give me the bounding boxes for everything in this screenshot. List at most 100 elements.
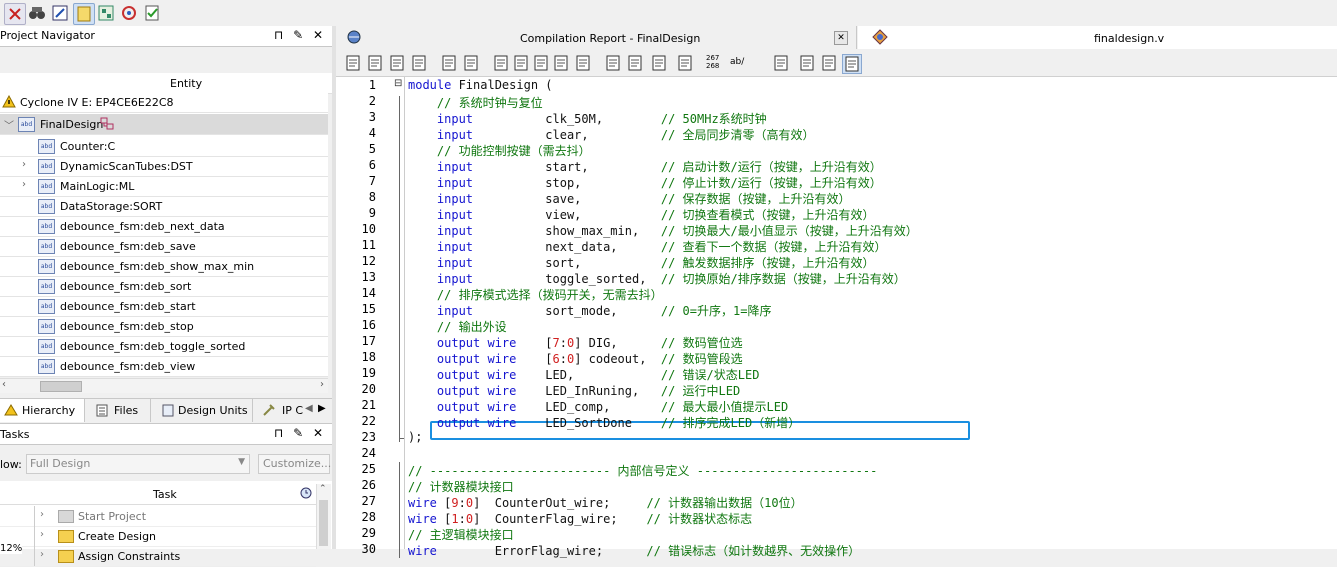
tasks-scroll-thumb[interactable] bbox=[319, 500, 328, 546]
hierarchy-item[interactable]: abd debounce_fsm:deb_start bbox=[0, 296, 328, 317]
hierarchy-item[interactable]: › abd MainLogic:ML bbox=[0, 176, 328, 197]
flow-select[interactable]: Full Design ▼ bbox=[26, 454, 250, 474]
code-line[interactable]: output wire LED, // 错误/状态LED bbox=[408, 366, 760, 383]
code-line[interactable]: // 排序模式选择（拨码开关，无需去抖） bbox=[408, 286, 663, 303]
code-line[interactable]: wire [1:0] CounterFlag_wire; // 计数器状态标志 bbox=[408, 510, 752, 527]
hierarchy-item[interactable]: abd debounce_fsm:deb_show_max_min bbox=[0, 256, 328, 277]
hierarchy-item[interactable]: › abd DynamicScanTubes:DST bbox=[0, 156, 328, 177]
code-line[interactable]: // 主逻辑模块接口 bbox=[408, 526, 514, 543]
scroll-right-icon[interactable]: › bbox=[320, 379, 324, 390]
find-replace-icon-2[interactable] bbox=[388, 54, 406, 72]
hierarchy-item[interactable]: abd DataStorage:SORT bbox=[0, 196, 328, 217]
pane-buttons[interactable]: ⊓ ✎ ✕ bbox=[274, 28, 326, 42]
top-entity-row[interactable]: ﹀ abd FinalDesign bbox=[0, 114, 328, 135]
code-line[interactable]: wire ErrorFlag_wire; // 错误标志（如计数越界、无效操作） bbox=[408, 542, 860, 559]
code-line[interactable]: input sort, // 触发数据排序（按键，上升沿有效） bbox=[408, 254, 875, 271]
task-row[interactable]: › Create Design bbox=[0, 526, 316, 547]
task-row[interactable]: › Assign Constraints bbox=[0, 546, 316, 567]
close-tab-icon[interactable]: ✕ bbox=[834, 31, 848, 45]
code-line[interactable]: // 输出外设 bbox=[408, 318, 507, 335]
task-row[interactable]: › Start Project bbox=[0, 506, 316, 527]
hierarchy-item[interactable]: abd debounce_fsm:deb_stop bbox=[0, 316, 328, 337]
chevron-down-icon[interactable]: ﹀ bbox=[4, 117, 14, 132]
tasks-pane-buttons[interactable]: ⊓ ✎ ✕ bbox=[274, 426, 326, 440]
tab-hierarchy[interactable]: Hierarchy bbox=[0, 399, 85, 422]
indent-icon[interactable] bbox=[440, 54, 458, 72]
scroll-icon[interactable] bbox=[626, 54, 644, 72]
netlist-icon[interactable] bbox=[96, 3, 116, 23]
code-view[interactable]: module FinalDesign ( // 系统时钟与复位 input cl… bbox=[406, 77, 1337, 558]
code-line[interactable]: input sort_mode, // 0=升序，1=降序 bbox=[408, 302, 772, 319]
code-line[interactable]: module FinalDesign ( bbox=[408, 78, 553, 92]
code-line[interactable]: input toggle_sorted, // 切换原始/排序数据（按键，上升沿… bbox=[408, 270, 906, 287]
arrow-right-icon[interactable] bbox=[772, 54, 790, 72]
files-icon[interactable] bbox=[73, 3, 95, 25]
tasks-vertical-scrollbar[interactable]: ⌃ bbox=[316, 484, 331, 549]
scroll-thumb[interactable] bbox=[40, 381, 82, 392]
code-line[interactable]: input start, // 启动计数/运行（按键，上升沿有效） bbox=[408, 158, 882, 175]
code-line[interactable]: output wire LED_InRuning, // 运行中LED bbox=[408, 382, 740, 399]
tree-horizontal-scrollbar[interactable]: ‹ › bbox=[0, 378, 328, 393]
unindent-icon[interactable] bbox=[462, 54, 480, 72]
chevron-right-icon[interactable]: › bbox=[40, 509, 44, 520]
tab-files[interactable]: Files bbox=[86, 399, 151, 422]
attach-icon[interactable] bbox=[604, 54, 622, 72]
tabs-scroll-left-icon[interactable]: ◀ bbox=[305, 403, 313, 414]
tabs-scroll-right-icon[interactable]: ▶ bbox=[318, 403, 326, 414]
code-line[interactable]: input clear, // 全局同步清零（高有效） bbox=[408, 126, 815, 143]
tab-ip-catalog[interactable]: IP C bbox=[254, 399, 308, 422]
code-line[interactable]: input next_data, // 查看下一个数据（按键，上升沿有效） bbox=[408, 238, 887, 255]
chevron-right-icon[interactable]: › bbox=[40, 529, 44, 540]
scroll-up-icon[interactable]: ⌃ bbox=[319, 484, 327, 494]
goto-icon[interactable] bbox=[410, 54, 428, 72]
code-line[interactable]: // 系统时钟与复位 bbox=[408, 94, 543, 111]
hierarchy-item[interactable]: abd debounce_fsm:deb_next_data bbox=[0, 216, 328, 237]
edit-icon[interactable] bbox=[50, 3, 70, 23]
fold-toggle-icon[interactable]: ⊟ bbox=[394, 79, 404, 89]
code-line[interactable]: input show_max_min, // 切换最大/最小值显示（按键，上升沿… bbox=[408, 222, 918, 239]
code-line[interactable]: input stop, // 停止计数/运行（按键，上升沿有效） bbox=[408, 174, 882, 191]
scroll-left-icon[interactable]: ‹ bbox=[2, 379, 6, 390]
bookmark-clear-icon[interactable] bbox=[574, 54, 592, 72]
hierarchy-item[interactable]: abd debounce_fsm:deb_save bbox=[0, 236, 328, 257]
tab-design-units[interactable]: Design Units bbox=[152, 399, 253, 422]
settings-icon[interactable] bbox=[650, 54, 668, 72]
code-line[interactable]: // 计数器模块接口 bbox=[408, 478, 514, 495]
line-number-toggle-icon[interactable]: 267 268 bbox=[706, 54, 719, 70]
code-line[interactable]: input clk_50M, // 50MHz系统时钟 bbox=[408, 110, 767, 127]
code-line[interactable]: input view, // 切换查看模式（按键，上升沿有效） bbox=[408, 206, 875, 223]
hierarchy-item[interactable]: abd debounce_fsm:deb_toggle_sorted bbox=[0, 336, 328, 357]
hierarchy-item[interactable]: abd debounce_fsm:deb_sort bbox=[0, 276, 328, 297]
bookmark-prev-icon[interactable] bbox=[532, 54, 550, 72]
code-line[interactable]: input save, // 保存数据（按键，上升沿有效） bbox=[408, 190, 851, 207]
code-line[interactable]: ); bbox=[408, 430, 422, 444]
code-line[interactable]: output wire LED_comp, // 最大最小值提示LED bbox=[408, 398, 788, 415]
chevron-right-icon[interactable]: › bbox=[22, 159, 26, 170]
tab-compilation-report[interactable]: Compilation Report - FinalDesign ✕ bbox=[336, 26, 857, 49]
page-lines-icon[interactable] bbox=[820, 54, 838, 72]
insert-template-icon[interactable] bbox=[344, 54, 362, 72]
bookmark-all-icon[interactable] bbox=[552, 54, 570, 72]
code-line[interactable]: // 功能控制按键（需去抖） bbox=[408, 142, 591, 159]
hierarchy-item[interactable]: abd Counter:C bbox=[0, 136, 328, 157]
code-line[interactable]: wire [9:0] CounterOut_wire; // 计数器输出数据（1… bbox=[408, 494, 803, 511]
checklist-icon[interactable] bbox=[142, 3, 162, 23]
page-view-icon[interactable] bbox=[842, 54, 862, 74]
find-icon[interactable] bbox=[366, 54, 384, 72]
code-line[interactable]: // ------------------------- 内部信号定义 ----… bbox=[408, 462, 877, 479]
refresh-icon[interactable] bbox=[119, 3, 139, 23]
stop-icon[interactable] bbox=[4, 3, 26, 25]
customize-button[interactable]: Customize... bbox=[258, 454, 331, 474]
find-replace-icon[interactable]: ab/ bbox=[730, 57, 744, 67]
tab-finaldesign-v[interactable]: finaldesign.v bbox=[858, 26, 1337, 49]
code-line[interactable]: output wire LED_SortDone // 排序完成LED（新增） bbox=[408, 414, 800, 431]
page-icon[interactable] bbox=[798, 54, 816, 72]
device-row[interactable]: Cyclone IV E: EP4CE6E22C8 bbox=[0, 92, 328, 113]
binoculars-icon[interactable] bbox=[27, 3, 47, 23]
bookmark-next-icon[interactable] bbox=[512, 54, 530, 72]
code-line[interactable]: output wire [7:0] DIG, // 数码管位选 bbox=[408, 334, 743, 351]
bookmark-toggle-icon[interactable] bbox=[492, 54, 510, 72]
code-line[interactable]: output wire [6:0] codeout, // 数码管段选 bbox=[408, 350, 743, 367]
chevron-right-icon[interactable]: › bbox=[22, 179, 26, 190]
chevron-right-icon[interactable]: › bbox=[40, 549, 44, 560]
